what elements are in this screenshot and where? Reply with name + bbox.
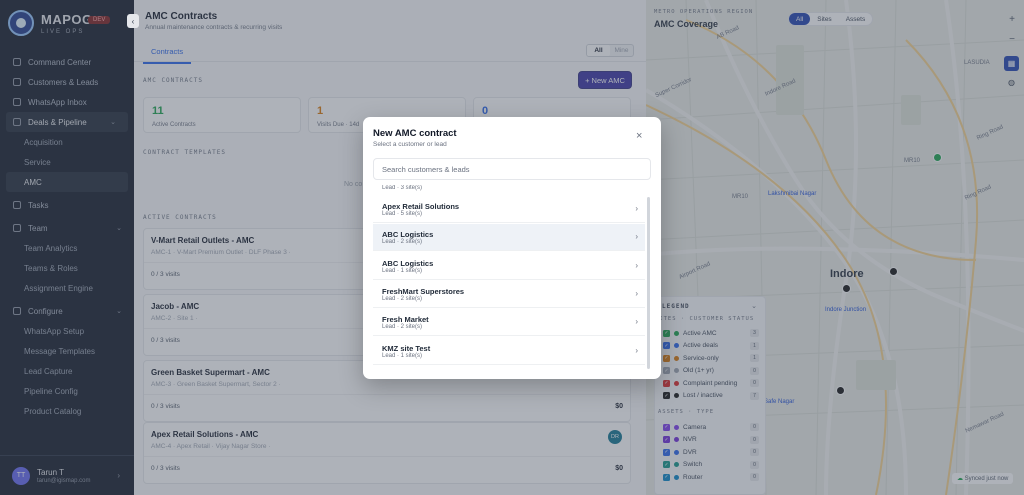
customer-list: Lead · 3 site(s) Apex Retail Solutions Le… [373, 185, 651, 371]
chevron-right-icon: › [635, 232, 638, 242]
chevron-right-icon: › [635, 288, 638, 298]
chevron-right-icon: › [635, 317, 638, 327]
list-item-meta: Lead · 1 site(s) [382, 352, 423, 359]
list-item-meta: Lead · 2 site(s) [382, 239, 423, 246]
chevron-right-icon: › [635, 204, 638, 213]
collapse-sidebar-button[interactable]: ‹ [127, 14, 139, 28]
chevron-left-icon: ‹ [131, 16, 135, 26]
list-item-meta: Lead · 2 site(s) [382, 324, 423, 331]
list-item-meta: Lead · 3 site(s) [382, 185, 423, 191]
modal-subtitle: Select a customer or lead [373, 141, 447, 148]
list-item-meta: Lead · 1 site(s) [382, 267, 423, 274]
list-item[interactable]: ABC Logistics Lead · 1 site(s) › [373, 253, 645, 280]
new-amc-modal: New AMC contract Select a customer or le… [363, 117, 661, 379]
list-item-name: ABC Logistics [382, 258, 434, 268]
list-scrollbar[interactable] [647, 197, 650, 369]
modal-title: New AMC contract [373, 128, 457, 139]
list-item[interactable]: FreshMart Superstores Lead · 2 site(s) › [373, 281, 645, 308]
list-item-name: Fresh Market [382, 315, 429, 325]
list-item-name: FreshMart Superstores [382, 286, 465, 296]
list-item-meta: Lead · 2 site(s) [382, 295, 423, 302]
list-item-name: KMZ site Test [382, 343, 431, 353]
list-item-name: Apex Retail Solutions [382, 202, 460, 211]
list-item[interactable]: ABC Logistics Lead · 2 site(s) › [373, 224, 645, 252]
list-item[interactable]: Apex Retail Solutions Lead · 5 site(s) › [373, 196, 645, 223]
list-item-name: ABC Logistics [382, 230, 434, 240]
search-input[interactable] [373, 158, 651, 180]
list-item[interactable]: KMZ site Test Lead · 1 site(s) › [373, 338, 645, 365]
chevron-right-icon: › [635, 345, 638, 355]
close-icon[interactable]: × [636, 130, 642, 142]
list-item-meta: Lead · 5 site(s) [382, 211, 423, 217]
chevron-right-icon: › [635, 260, 638, 270]
list-item[interactable]: Fresh Market Lead · 2 site(s) › [373, 309, 645, 337]
